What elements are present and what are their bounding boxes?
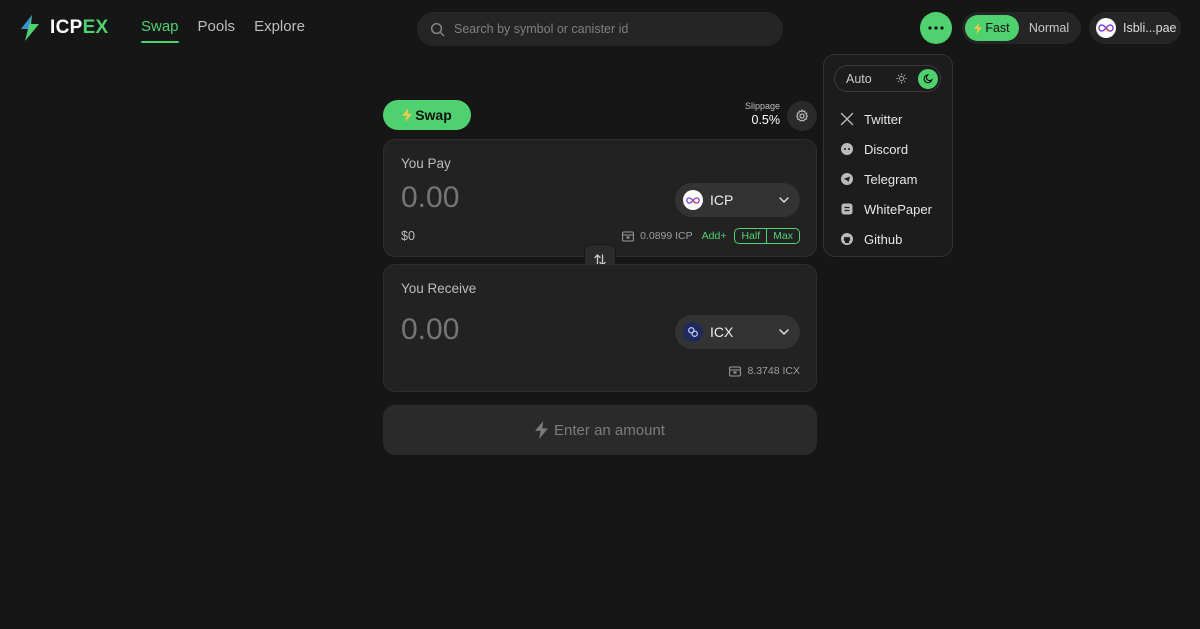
- infinity-icon: [1098, 24, 1114, 32]
- moon-icon: [923, 74, 933, 84]
- add-funds-link[interactable]: Add+: [702, 230, 727, 242]
- half-button[interactable]: Half: [735, 229, 766, 243]
- max-button[interactable]: Max: [766, 229, 799, 243]
- menu-item-telegram[interactable]: Telegram: [840, 164, 932, 194]
- search-input[interactable]: [454, 22, 754, 36]
- wallet-icon: [729, 366, 742, 376]
- speed-fast-label: Fast: [985, 21, 1010, 35]
- speed-normal-option[interactable]: Normal: [1023, 15, 1075, 41]
- discord-icon: [841, 143, 853, 155]
- nav-pools[interactable]: Pools: [198, 18, 236, 41]
- enter-amount-button[interactable]: Enter an amount: [383, 405, 817, 455]
- pay-card: You Pay ICP $0 0.0899 ICP Add+ Half Max: [383, 139, 817, 257]
- icx-token-icon: [683, 322, 703, 342]
- menu-item-discord[interactable]: Discord: [840, 134, 932, 164]
- pay-balance: 0.0899 ICP: [640, 230, 693, 242]
- action-label: Enter an amount: [554, 421, 665, 439]
- swap-tab-label: Swap: [415, 107, 452, 123]
- slippage-value: 0.5%: [751, 113, 781, 127]
- amount-shortcuts: Half Max: [734, 228, 800, 244]
- avatar: [1096, 18, 1116, 38]
- menu-item-whitepaper[interactable]: WhitePaper: [840, 194, 932, 224]
- receive-balance-row: 8.3748 ICX: [729, 365, 800, 377]
- receive-token-symbol: ICX: [710, 324, 734, 340]
- document-icon: [841, 203, 853, 215]
- github-icon: [841, 233, 853, 245]
- pay-label: You Pay: [401, 156, 451, 171]
- receive-balance: 8.3748 ICX: [747, 365, 800, 377]
- icp-token-icon: [683, 190, 703, 210]
- pay-token-symbol: ICP: [710, 192, 734, 208]
- pay-balance-row: 0.0899 ICP Add+ Half Max: [622, 228, 800, 244]
- pay-usd-value: $0: [401, 229, 415, 243]
- swap-tab[interactable]: Swap: [383, 100, 471, 130]
- top-header: ICPEX Swap Pools Explore Fast Normal: [0, 0, 1200, 57]
- more-dots-icon: [928, 26, 944, 30]
- lightning-icon: [535, 421, 549, 439]
- account-label: Isbli...pae: [1123, 21, 1177, 35]
- menu-item-github[interactable]: Github: [840, 224, 932, 254]
- receive-amount-input[interactable]: [401, 313, 601, 347]
- theme-dark-option[interactable]: [918, 68, 938, 89]
- theme-light-option[interactable]: [890, 68, 912, 90]
- lightning-icon: [402, 108, 413, 122]
- more-menu-button[interactable]: [920, 12, 952, 44]
- search-bar[interactable]: [417, 12, 783, 46]
- x-twitter-icon: [840, 112, 854, 126]
- search-icon: [430, 22, 445, 36]
- speed-toggle: Fast Normal: [962, 12, 1081, 44]
- pay-token-selector[interactable]: ICP: [675, 183, 800, 217]
- pay-amount-input[interactable]: [401, 181, 601, 215]
- menu-item-twitter[interactable]: Twitter: [840, 104, 932, 134]
- settings-button[interactable]: [787, 101, 817, 131]
- nav-swap[interactable]: Swap: [141, 18, 179, 43]
- nav-explore[interactable]: Explore: [254, 18, 305, 41]
- menu-item-label: Telegram: [864, 171, 918, 187]
- main-nav: Swap Pools Explore: [141, 18, 305, 43]
- chevron-down-icon: [779, 329, 789, 335]
- menu-item-label: Discord: [864, 141, 909, 157]
- telegram-icon: [841, 173, 853, 185]
- chevron-down-icon: [779, 197, 789, 203]
- slippage-label: Slippage: [744, 101, 780, 111]
- theme-auto-option[interactable]: Auto: [846, 72, 890, 86]
- receive-token-selector[interactable]: ICX: [675, 315, 800, 349]
- more-dropdown-menu: Auto Twitter Discord Telegram WhitePaper…: [823, 54, 953, 257]
- menu-item-label: WhitePaper: [864, 201, 932, 217]
- account-button[interactable]: Isbli...pae: [1089, 12, 1181, 44]
- lightning-logo-icon: [21, 15, 39, 41]
- social-links-list: Twitter Discord Telegram WhitePaper Gith…: [840, 104, 932, 254]
- sun-icon: [895, 73, 907, 84]
- gear-icon: [795, 109, 809, 122]
- theme-switcher: Auto: [834, 65, 941, 92]
- menu-item-label: Github: [864, 231, 903, 247]
- receive-label: You Receive: [401, 281, 477, 296]
- logo-text: ICPEX: [50, 17, 109, 38]
- logo[interactable]: ICPEX: [18, 14, 109, 42]
- wallet-icon: [622, 231, 634, 241]
- speed-fast-option[interactable]: Fast: [965, 15, 1019, 41]
- menu-item-label: Twitter: [864, 111, 903, 127]
- lightning-icon: [974, 22, 983, 34]
- receive-card: You Receive ICX 8.3748 ICX: [383, 264, 817, 392]
- slippage-display: Slippage 0.5%: [730, 101, 780, 127]
